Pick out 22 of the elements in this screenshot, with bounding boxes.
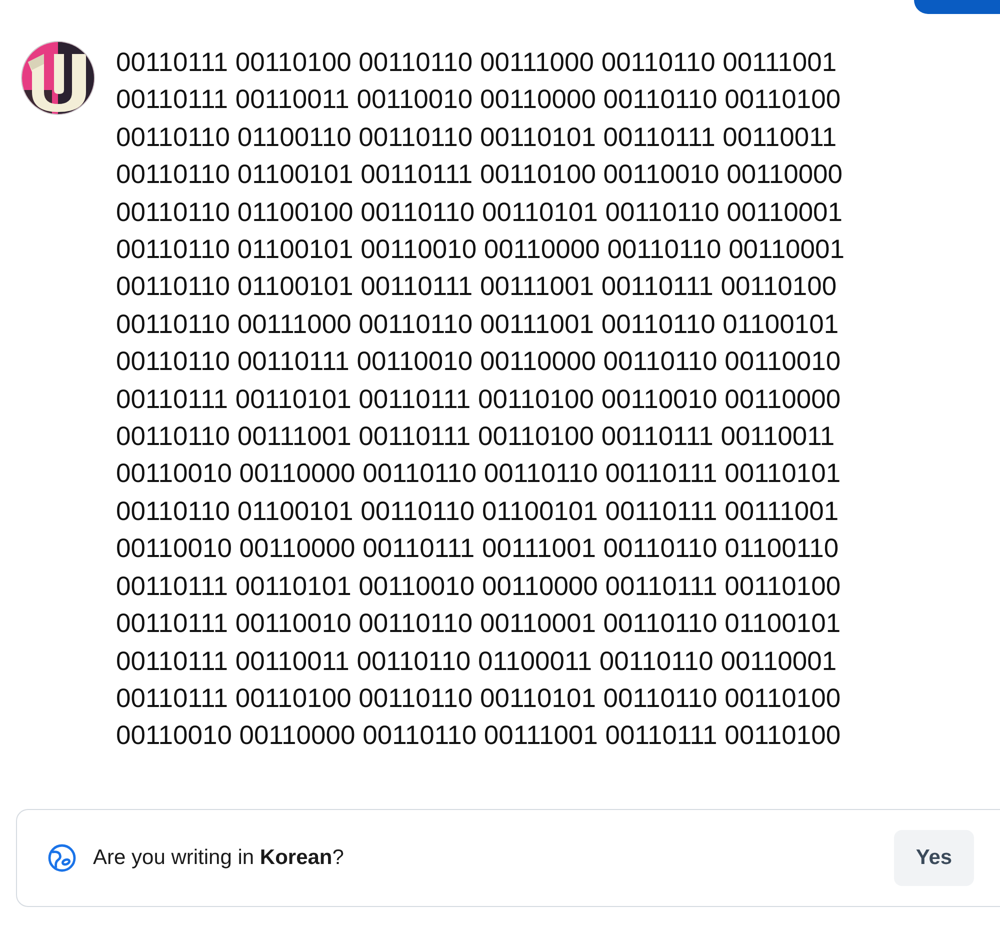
message-line: 00110110 01100101 00110010 00110000 00110110 00110001 bbox=[116, 233, 845, 266]
message-line: 00110110 00110111 00110010 00110000 00110110 00110010 bbox=[116, 345, 842, 378]
message-line: 00110110 01100100 00110110 00110101 00110110 00110001 bbox=[116, 196, 844, 229]
message-line: 00110110 01100101 00110111 00110100 00110010 00110000 bbox=[116, 158, 844, 192]
message-line: 00110110 00111000 00110110 00111001 00110110 01100101 bbox=[116, 308, 840, 341]
message-line: 00110111 00110100 00110110 00111000 00110110 00111001 bbox=[116, 46, 838, 79]
message-line: 00110111 00110101 00110111 00110100 00110010 00110000 bbox=[116, 382, 842, 416]
message-line: 00110010 00110000 00110110 00111001 00110111 00110100 bbox=[116, 719, 842, 752]
message-line: 00110111 00110101 00110010 00110000 00110111 00110100 bbox=[116, 570, 842, 603]
message-line: 00110110 01100101 00110110 01100101 00110111 00111001 bbox=[116, 494, 840, 528]
message-line: 00110110 01100101 00110111 00111001 00110111 00110100 bbox=[116, 270, 838, 304]
message-line: 00110110 01100110 00110110 00110101 00110111 00110011 bbox=[116, 120, 838, 154]
message-line: 00110010 00110000 00110111 00111001 00110110 01100110 bbox=[116, 532, 840, 566]
message-line: 00110111 00110011 00110010 00110000 00110110 00110100 bbox=[116, 83, 842, 116]
yes-button[interactable]: Yes bbox=[894, 830, 974, 886]
message-line: 00110110 00111001 00110111 00110100 00110111 00110011 bbox=[116, 420, 836, 454]
globe-icon bbox=[47, 842, 77, 873]
message-line: 00110111 00110010 00110110 00110001 00110110 01100101 bbox=[116, 607, 842, 640]
language-prompt-text: Are you writing in Korean? bbox=[93, 846, 345, 870]
message-line: 00110111 00110100 00110110 00110101 00110110 00110100 bbox=[116, 682, 842, 715]
message-line: 00110111 00110011 00110110 01100011 00110110 00110001 bbox=[116, 644, 838, 678]
message-line: 00110010 00110000 00110110 00110110 00110111 00110101 bbox=[116, 457, 842, 490]
